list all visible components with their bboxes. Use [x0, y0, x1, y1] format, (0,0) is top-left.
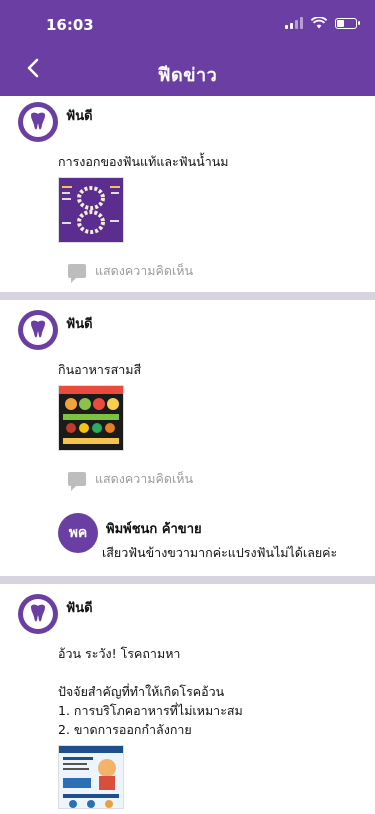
comment-label: แสดงความคิดเห็น [95, 263, 194, 278]
comment-icon [68, 264, 86, 283]
tooth-icon [31, 604, 45, 622]
comment-button[interactable]: แสดงความคิดเห็น [0, 451, 375, 491]
tooth-icon [31, 112, 45, 130]
post-author[interactable]: ฟันดี [66, 105, 93, 126]
post-divider [0, 576, 375, 584]
post-header: ฟันดี [0, 584, 375, 634]
tooth-icon [31, 320, 45, 338]
food-infographic-image[interactable] [58, 385, 124, 451]
wifi-icon [311, 17, 327, 29]
comment-text: เสียวฟันข้างขวามากค่ะแปรงฟันไม่ได้เลยค่ะ [102, 545, 338, 560]
news-feed: ฟันดี การงอกของฟันแท้และฟันน้ำนม แสดงควา… [0, 96, 375, 814]
comment-button[interactable]: แสดงความคิดเห็น [0, 243, 375, 283]
author-avatar[interactable] [18, 310, 58, 350]
signal-icon [285, 17, 303, 29]
feed-post: ฟันดี อ้วน ระวัง! โรคถามหา ปัจจัยสำคัญที… [0, 584, 375, 814]
obesity-infographic-image[interactable] [58, 745, 124, 809]
page-title: ฟีดข่าว [157, 65, 218, 86]
comment-item: พค พิมพ์ชนก ค้าขาย เสียวฟันข้างขวามากค่ะ… [0, 489, 375, 575]
comment-label: แสดงความคิดเห็น [95, 471, 194, 486]
feed-post: ฟันดี กินอาหารสามสี แสดงความคิดเห็น พค พ… [0, 300, 375, 576]
post-text: การงอกของฟันแท้และฟันน้ำนม [58, 154, 229, 169]
post-author[interactable]: ฟันดี [66, 597, 93, 618]
commenter-name[interactable]: พิมพ์ชนก ค้าขาย [106, 518, 202, 539]
author-avatar[interactable] [18, 594, 58, 634]
post-author[interactable]: ฟันดี [66, 313, 93, 334]
comment-icon [68, 472, 86, 491]
author-avatar[interactable] [18, 102, 58, 142]
teeth-chart-image[interactable] [58, 177, 124, 243]
post-header: ฟันดี [0, 300, 375, 350]
feed-post: ฟันดี การงอกของฟันแท้และฟันน้ำนม แสดงควา… [0, 96, 375, 292]
post-text: กินอาหารสามสี [58, 362, 142, 377]
post-text: อ้วน ระวัง! โรคถามหา ปัจจัยสำคัญที่ทำให้… [58, 646, 243, 737]
app-header: 16:03 ฟีดข่าว [0, 0, 375, 96]
status-time: 16:03 [46, 16, 94, 34]
status-icons [285, 17, 360, 29]
battery-icon [335, 17, 360, 29]
post-header: ฟันดี [0, 96, 375, 142]
post-divider [0, 292, 375, 300]
commenter-avatar[interactable]: พค [58, 513, 98, 553]
